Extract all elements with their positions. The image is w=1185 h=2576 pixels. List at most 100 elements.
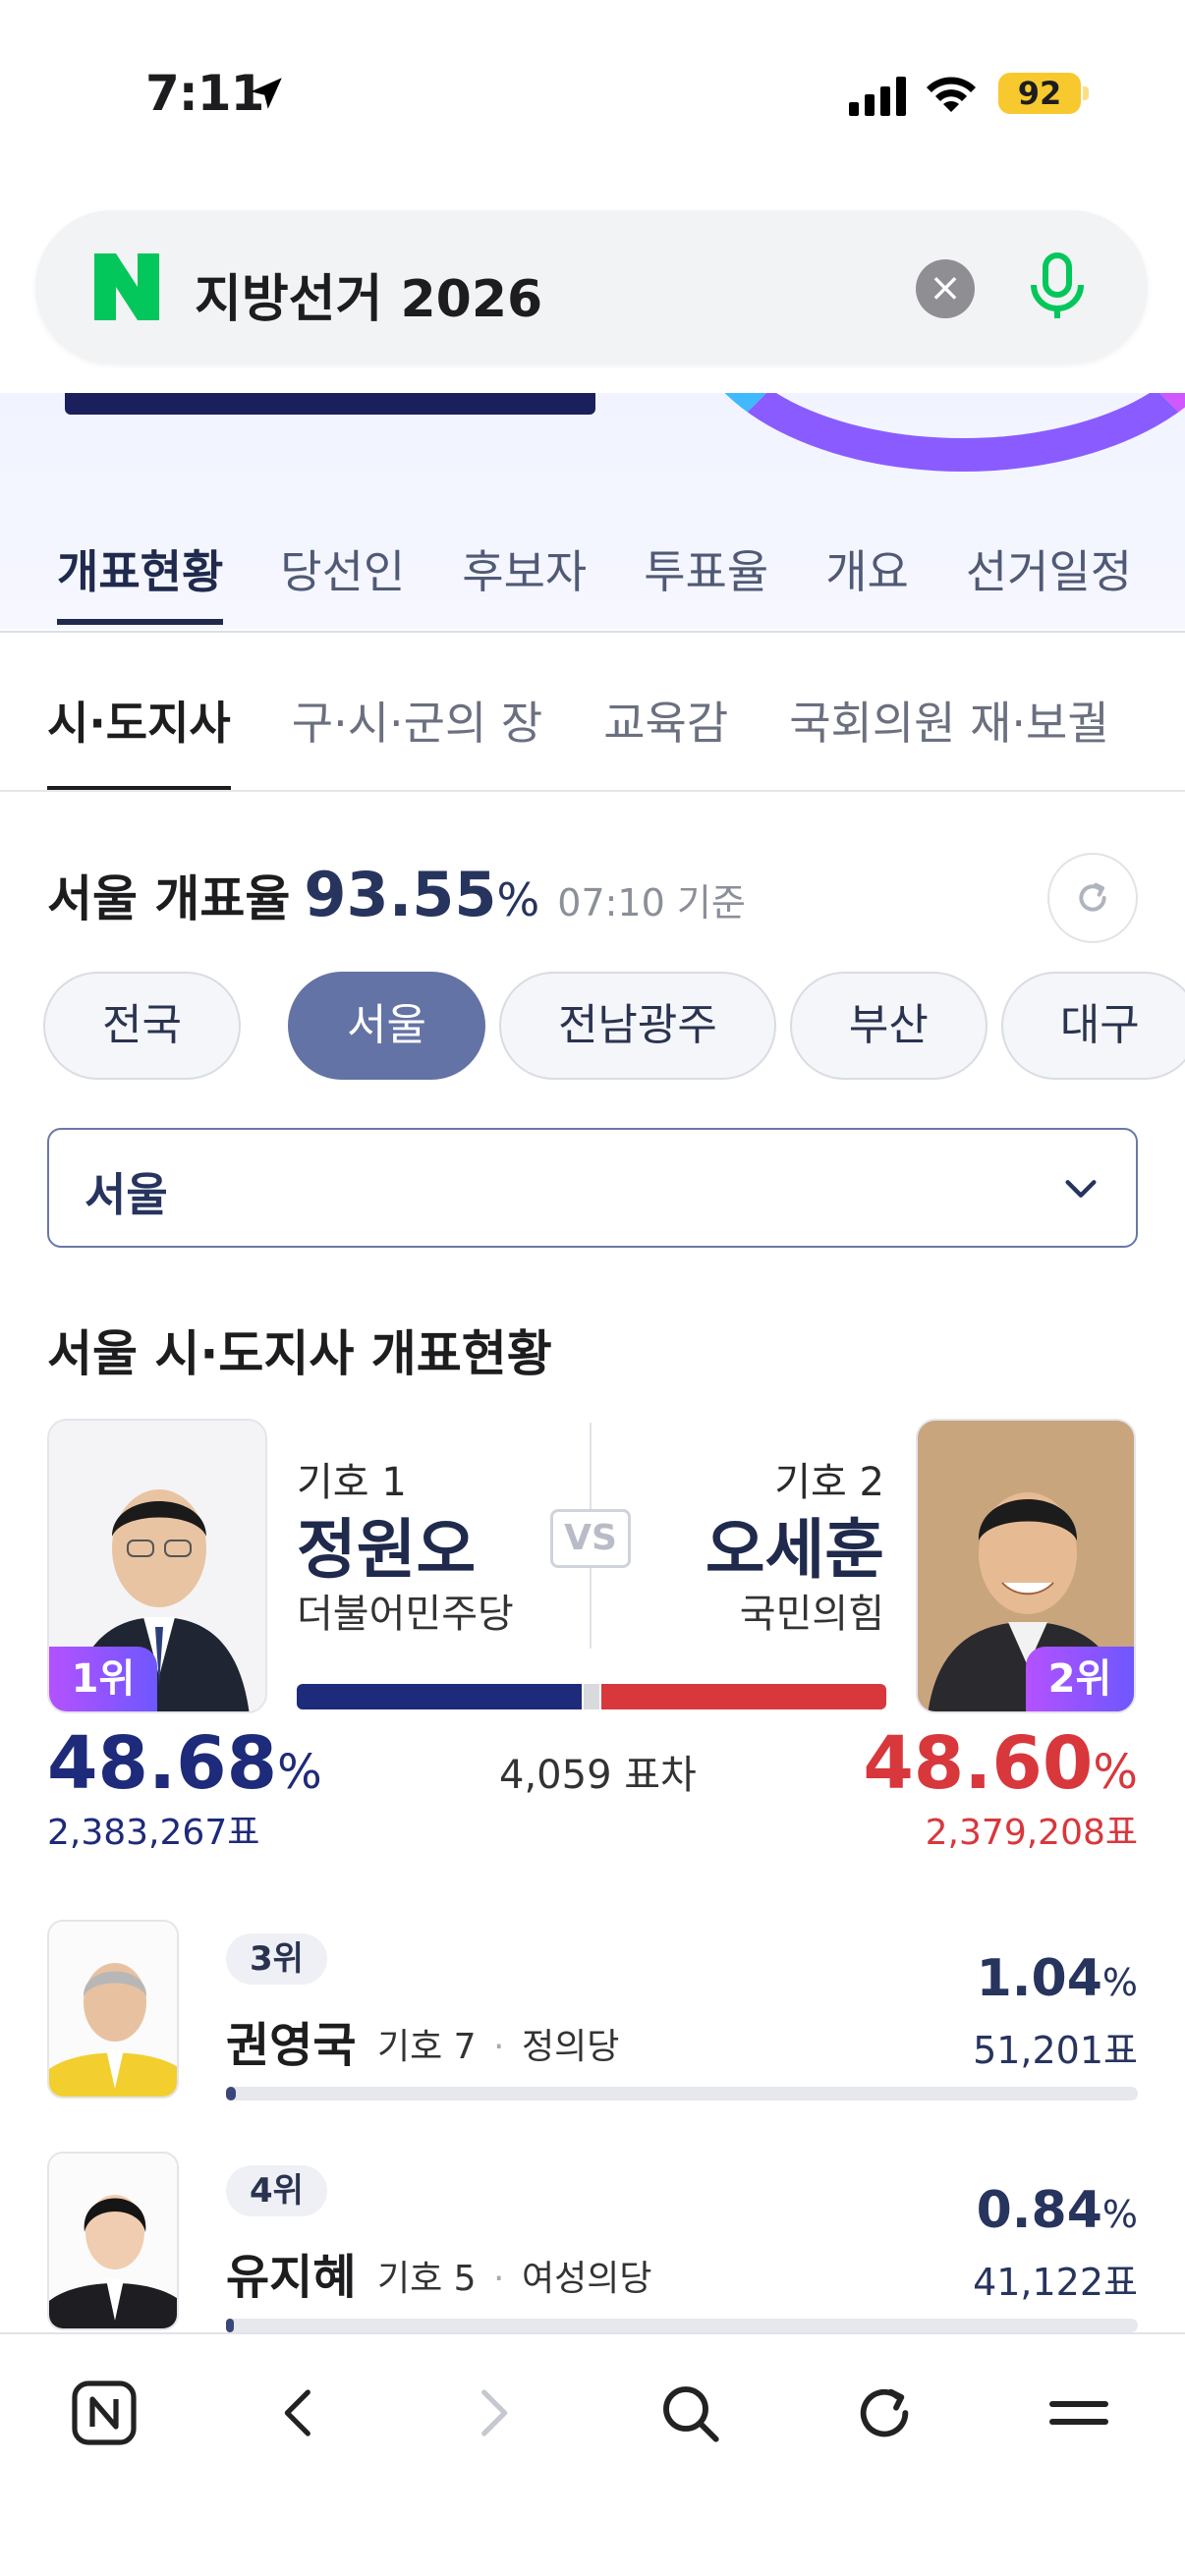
vote-percent-value: 0.84 [976, 2181, 1102, 2240]
microphone-icon[interactable] [1022, 252, 1093, 322]
cellular-signal-icon [849, 77, 906, 116]
banner-title-graphic [65, 393, 595, 415]
subtab-by-election[interactable]: 국회의원 재·보궐 [789, 688, 1108, 794]
count-rate-label: 서울 개표율 [47, 870, 291, 927]
candidate-row[interactable]: 4위 유지혜 기호 5 · 여성의당 0.84% 41,122표 [47, 2152, 1138, 2348]
candidate-portrait-image [49, 2154, 177, 2328]
refresh-icon [1079, 882, 1106, 912]
candidate-name-right[interactable]: 오세훈 [705, 1497, 884, 1592]
vote-count: 51,201표 [973, 2029, 1138, 2072]
close-icon: × [929, 265, 962, 310]
vote-count-left: 2,383,267표 [47, 1813, 260, 1853]
search-query[interactable]: 지방선거 2026 [195, 257, 542, 331]
rank-badge: 3위 [226, 1933, 327, 1985]
tab-turnout[interactable]: 투표율 [644, 531, 768, 629]
percent-unit: % [1101, 2193, 1138, 2236]
percent-unit: % [1101, 1961, 1138, 2004]
count-rate-time: 07:10 기준 [557, 881, 746, 924]
candidate-photo-right[interactable]: 2위 [916, 1419, 1136, 1713]
tab-overview[interactable]: 개요 [825, 531, 909, 629]
naver-logo-icon [94, 253, 159, 320]
rank-badge: 2위 [1026, 1647, 1134, 1711]
count-rate-unit: % [496, 873, 540, 926]
search-icon [663, 2386, 719, 2442]
vote-percent-right: 48.60% [863, 1721, 1138, 1806]
region-chip-seoul[interactable]: 서울 [287, 972, 485, 1080]
candidate-photo-left[interactable]: 1위 [47, 1419, 267, 1713]
percent-unit: % [1093, 1745, 1138, 1800]
meta-separator: · [493, 2027, 505, 2067]
tab-schedule[interactable]: 선거일정 [966, 531, 1132, 629]
candidate-party: 정의당 [521, 2027, 620, 2067]
reload-button[interactable] [845, 2374, 924, 2452]
region-dropdown[interactable]: 서울 [47, 1128, 1138, 1248]
vote-bar-divider [584, 1684, 599, 1709]
candidate-name-left[interactable]: 정원오 [297, 1497, 476, 1592]
meta-separator: · [493, 2259, 505, 2299]
vote-bar-right [601, 1684, 886, 1709]
vote-percent-value: 1.04 [976, 1949, 1102, 2008]
section-title: 서울 시·도지사 개표현황 [47, 1325, 552, 1382]
region-dropdown-value: 서울 [85, 1168, 168, 1221]
vote-percent-left: 48.68% [47, 1721, 322, 1806]
candidate-row[interactable]: 3위 권영국 기호 7 · 정의당 1.04% 51,201표 [47, 1920, 1138, 2116]
candidate-party: 여성의당 [521, 2259, 652, 2299]
refresh-button[interactable] [1047, 853, 1138, 943]
reload-icon [860, 2388, 909, 2437]
search-bar[interactable]: 지방선거 2026 × [35, 210, 1148, 364]
candidate-meta: 기호 7 · 정의당 [377, 2018, 619, 2069]
vote-percent: 0.84% [977, 2181, 1138, 2240]
region-chips: 전국 서울 전남광주 부산 대구 인천 [43, 971, 1185, 1081]
wifi-icon [927, 77, 976, 112]
candidate-name: 유지혜 [226, 2250, 357, 2305]
back-arrow-icon [284, 2389, 310, 2436]
candidate-party-left: 더불어민주당 [297, 1592, 514, 1637]
region-chip-busan[interactable]: 부산 [789, 972, 988, 1080]
naver-home-icon [72, 2380, 137, 2445]
forward-button[interactable] [454, 2374, 533, 2452]
hamburger-menu-icon [1049, 2401, 1108, 2425]
region-chip-jeonnam-gwangju[interactable]: 전남광주 [498, 972, 776, 1080]
region-chip-daegu[interactable]: 대구 [1000, 972, 1185, 1080]
banner-ring-graphic [688, 393, 1185, 472]
rank-badge: 4위 [226, 2165, 327, 2216]
vote-percent-value: 48.68 [47, 1721, 278, 1806]
count-rate-value: 93.55 [304, 859, 497, 930]
candidate-number: 기호 5 [377, 2259, 477, 2299]
region-chip-national[interactable]: 전국 [43, 972, 241, 1080]
subtab-district-head[interactable]: 구·시·군의 장 [292, 688, 542, 794]
back-button[interactable] [259, 2374, 338, 2452]
subtab-education[interactable]: 교육감 [603, 688, 728, 794]
vote-gap: 4,059 표차 [499, 1753, 697, 1798]
candidate-portrait-image [49, 1922, 177, 2097]
candidate-photo [47, 2152, 179, 2330]
home-button[interactable] [65, 2374, 143, 2452]
clear-search-button[interactable]: × [916, 259, 975, 318]
vs-label: VS [550, 1509, 631, 1568]
browser-toolbar [0, 2332, 1185, 2576]
vote-bar-left [297, 1684, 582, 1709]
tab-candidates[interactable]: 후보자 [462, 531, 587, 629]
forward-arrow-icon [481, 2389, 508, 2436]
divider [0, 631, 1185, 633]
candidate-number: 기호 7 [377, 2027, 477, 2067]
battery-indicator: 92 [998, 73, 1081, 114]
candidate-photo [47, 1920, 179, 2099]
tab-winners[interactable]: 당선인 [280, 531, 405, 629]
tab-count-status[interactable]: 개표현황 [57, 531, 224, 629]
vote-count-right: 2,379,208표 [925, 1813, 1138, 1853]
vote-percent: 1.04% [977, 1949, 1138, 2008]
vote-share-bar [226, 2087, 1138, 2100]
battery-tip [1083, 86, 1089, 100]
subtab-governor[interactable]: 시·도지사 [47, 688, 231, 794]
main-tabs: 개표현황 당선인 후보자 투표율 개요 선거일정 [0, 531, 1185, 629]
menu-button[interactable] [1040, 2374, 1118, 2452]
divider [0, 790, 1185, 792]
location-arrow-icon [251, 78, 282, 109]
candidate-name: 권영국 [226, 2018, 357, 2073]
candidate-party-right: 국민의힘 [739, 1592, 884, 1637]
vote-share-fill [226, 2319, 234, 2332]
rank-badge: 1위 [49, 1647, 157, 1711]
count-rate-header: 서울 개표율 93.55 % 07:10 기준 [47, 859, 746, 937]
search-button[interactable] [650, 2374, 729, 2452]
